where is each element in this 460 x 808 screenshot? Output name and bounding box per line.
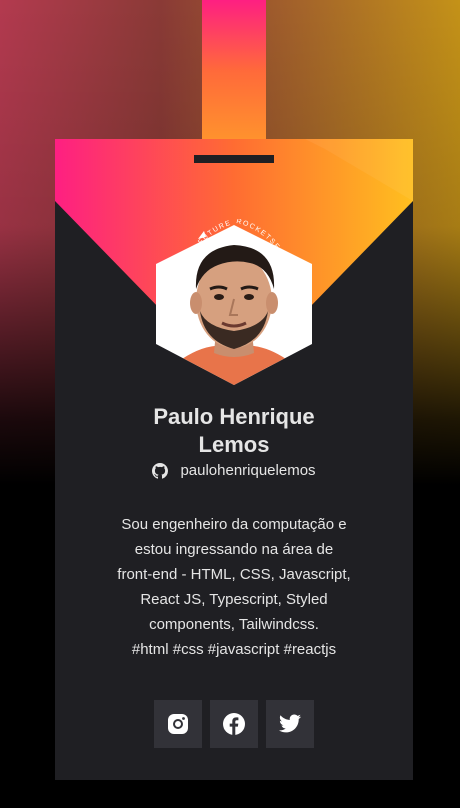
social-links [154, 700, 314, 748]
bio-line: components, Tailwindcss. [149, 616, 319, 633]
bio-line: Sou engenheiro da computação e [121, 516, 347, 533]
instagram-icon [168, 714, 188, 734]
avatar: LD THE FUTURE ROCKETSEAT [154, 219, 314, 387]
instagram-button[interactable] [154, 700, 202, 748]
twitter-icon [279, 714, 301, 733]
lanyard-strap [202, 0, 266, 158]
bio-text: Sou engenheiro da computação e estou ing… [89, 512, 379, 662]
facebook-icon [223, 713, 245, 735]
github-username: paulohenriquelemos [180, 462, 316, 479]
bio-line: front-end - HTML, CSS, Javascript, [117, 566, 351, 583]
badge-clip [194, 155, 274, 163]
bio-line: React JS, Typescript, Styled [140, 591, 328, 608]
name-line-1: Paulo Henrique [153, 404, 315, 429]
facebook-button[interactable] [210, 700, 258, 748]
twitter-button[interactable] [266, 700, 314, 748]
github-link[interactable]: paulohenriquelemos [55, 461, 413, 481]
bio-line: estou ingressando na área de [134, 541, 334, 558]
profile-card: LD THE FUTURE ROCKETSEAT Paulo Henrique … [55, 139, 413, 780]
name-line-2: Lemos [198, 432, 270, 457]
bio-hashtags: #html #css #javascript #reactjs [131, 641, 337, 658]
github-icon [152, 463, 169, 479]
profile-name: Paulo Henrique Lemos [55, 403, 413, 459]
